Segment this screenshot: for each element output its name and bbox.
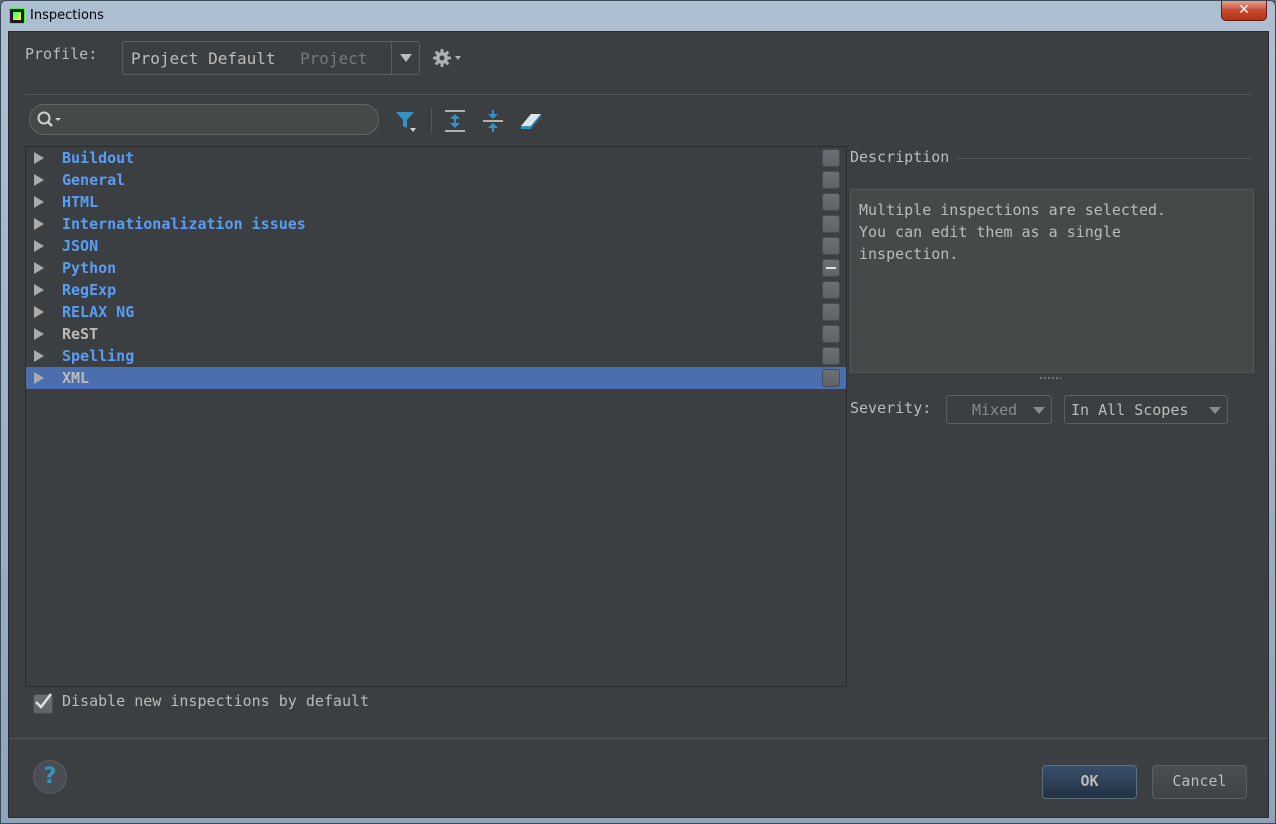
- expand-arrow-icon[interactable]: [34, 284, 44, 296]
- tree-row[interactable]: Spelling: [26, 345, 846, 367]
- reset-eraser-icon[interactable]: [517, 108, 543, 134]
- search-field[interactable]: [29, 104, 379, 135]
- tree-row-label: RELAX NG: [62, 303, 135, 321]
- inspections-window: Inspections ✕ Profile: Project Default P…: [0, 0, 1276, 824]
- expand-arrow-icon[interactable]: [34, 152, 44, 164]
- profile-dropdown-arrow[interactable]: [391, 42, 419, 74]
- tree-row-checkbox[interactable]: [822, 369, 840, 387]
- tree-row-checkbox[interactable]: [822, 303, 840, 321]
- expand-arrow-icon[interactable]: [34, 306, 44, 318]
- tree-row-label: Buildout: [62, 149, 135, 167]
- description-text: Multiple inspections are selected. You c…: [850, 189, 1254, 373]
- tree-row[interactable]: Internationalization issues: [26, 213, 846, 235]
- severity-dropdown[interactable]: Mixed: [946, 395, 1052, 424]
- tree-row-label: Python: [62, 259, 117, 277]
- tree-row-checkbox[interactable]: [822, 281, 840, 299]
- tree-row-label: Spelling: [62, 347, 135, 365]
- header-separator: [25, 94, 1251, 95]
- disable-new-inspections-checkbox[interactable]: [33, 693, 53, 714]
- search-input[interactable]: [70, 109, 370, 130]
- footer-separator: [9, 738, 1268, 739]
- expand-arrow-icon[interactable]: [34, 240, 44, 252]
- tree-row[interactable]: ReST: [26, 323, 846, 345]
- disable-new-inspections-label: Disable new inspections by default: [62, 692, 370, 710]
- scope-dropdown[interactable]: In All Scopes: [1064, 395, 1228, 424]
- window-close-button[interactable]: ✕: [1221, 1, 1267, 21]
- filter-icon[interactable]: [393, 108, 419, 134]
- tree-row[interactable]: JSON: [26, 235, 846, 257]
- tree-row-checkbox[interactable]: [822, 171, 840, 189]
- profile-scope: Project: [300, 49, 368, 68]
- description-separator: [956, 158, 1252, 159]
- description-label: Description: [850, 148, 950, 166]
- tree-row-checkbox[interactable]: [822, 215, 840, 233]
- ok-button[interactable]: OK: [1042, 765, 1137, 799]
- expand-arrow-icon[interactable]: [34, 350, 44, 362]
- chevron-down-icon: [1033, 407, 1045, 414]
- pycharm-app-icon: [9, 8, 25, 24]
- inspections-tree[interactable]: Buildout General HTML Internationalization …: [25, 146, 847, 687]
- collapse-all-icon[interactable]: [480, 108, 506, 134]
- tree-row-checkbox[interactable]: [822, 237, 840, 255]
- checkmark-icon: [35, 693, 52, 709]
- expand-arrow-icon[interactable]: [34, 174, 44, 186]
- tree-row[interactable]: General: [26, 169, 846, 191]
- tree-row[interactable]: HTML: [26, 191, 846, 213]
- tree-row[interactable]: XML: [26, 367, 846, 389]
- tree-row[interactable]: Python: [26, 257, 846, 279]
- tree-row-checkbox[interactable]: [822, 193, 840, 211]
- tree-row-label: ReST: [62, 325, 99, 343]
- tree-row-label: XML: [62, 369, 90, 387]
- tree-row-label: Internationalization issues: [62, 215, 306, 233]
- tree-row-checkbox[interactable]: [822, 259, 840, 277]
- chevron-down-icon: [400, 54, 412, 62]
- tree-row-checkbox[interactable]: [822, 325, 840, 343]
- profile-value: Project Default: [131, 49, 276, 68]
- help-button[interactable]: ?: [33, 760, 67, 794]
- expand-arrow-icon[interactable]: [34, 218, 44, 230]
- splitter-handle[interactable]: [1039, 376, 1061, 380]
- tree-row[interactable]: RegExp: [26, 279, 846, 301]
- tree-row-label: JSON: [62, 237, 99, 255]
- expand-arrow-icon[interactable]: [34, 262, 44, 274]
- dialog-body: Profile: Project Default Project Buildou…: [8, 31, 1269, 818]
- chevron-down-icon: [1209, 407, 1221, 414]
- title-bar: Inspections ✕: [1, 1, 1275, 31]
- expand-all-icon[interactable]: [442, 108, 468, 134]
- tree-row-checkbox[interactable]: [822, 347, 840, 365]
- cancel-button[interactable]: Cancel: [1152, 765, 1247, 799]
- tree-row-checkbox[interactable]: [822, 149, 840, 167]
- expand-arrow-icon[interactable]: [34, 328, 44, 340]
- toolbar-separator: [431, 108, 432, 134]
- tree-row-label: General: [62, 171, 126, 189]
- tree-row[interactable]: RELAX NG: [26, 301, 846, 323]
- tree-row-label: HTML: [62, 193, 99, 211]
- gear-icon[interactable]: [431, 46, 465, 70]
- expand-arrow-icon[interactable]: [34, 372, 44, 384]
- expand-arrow-icon[interactable]: [34, 196, 44, 208]
- severity-value: Mixed: [972, 401, 1018, 419]
- profile-label: Profile:: [25, 45, 98, 63]
- scope-value: In All Scopes: [1071, 401, 1189, 419]
- profile-dropdown[interactable]: Project Default Project: [122, 41, 420, 75]
- tree-row-label: RegExp: [62, 281, 117, 299]
- tree-row[interactable]: Buildout: [26, 147, 846, 169]
- search-icon[interactable]: [36, 110, 64, 130]
- window-title: Inspections: [30, 8, 104, 23]
- severity-label: Severity:: [850, 399, 932, 417]
